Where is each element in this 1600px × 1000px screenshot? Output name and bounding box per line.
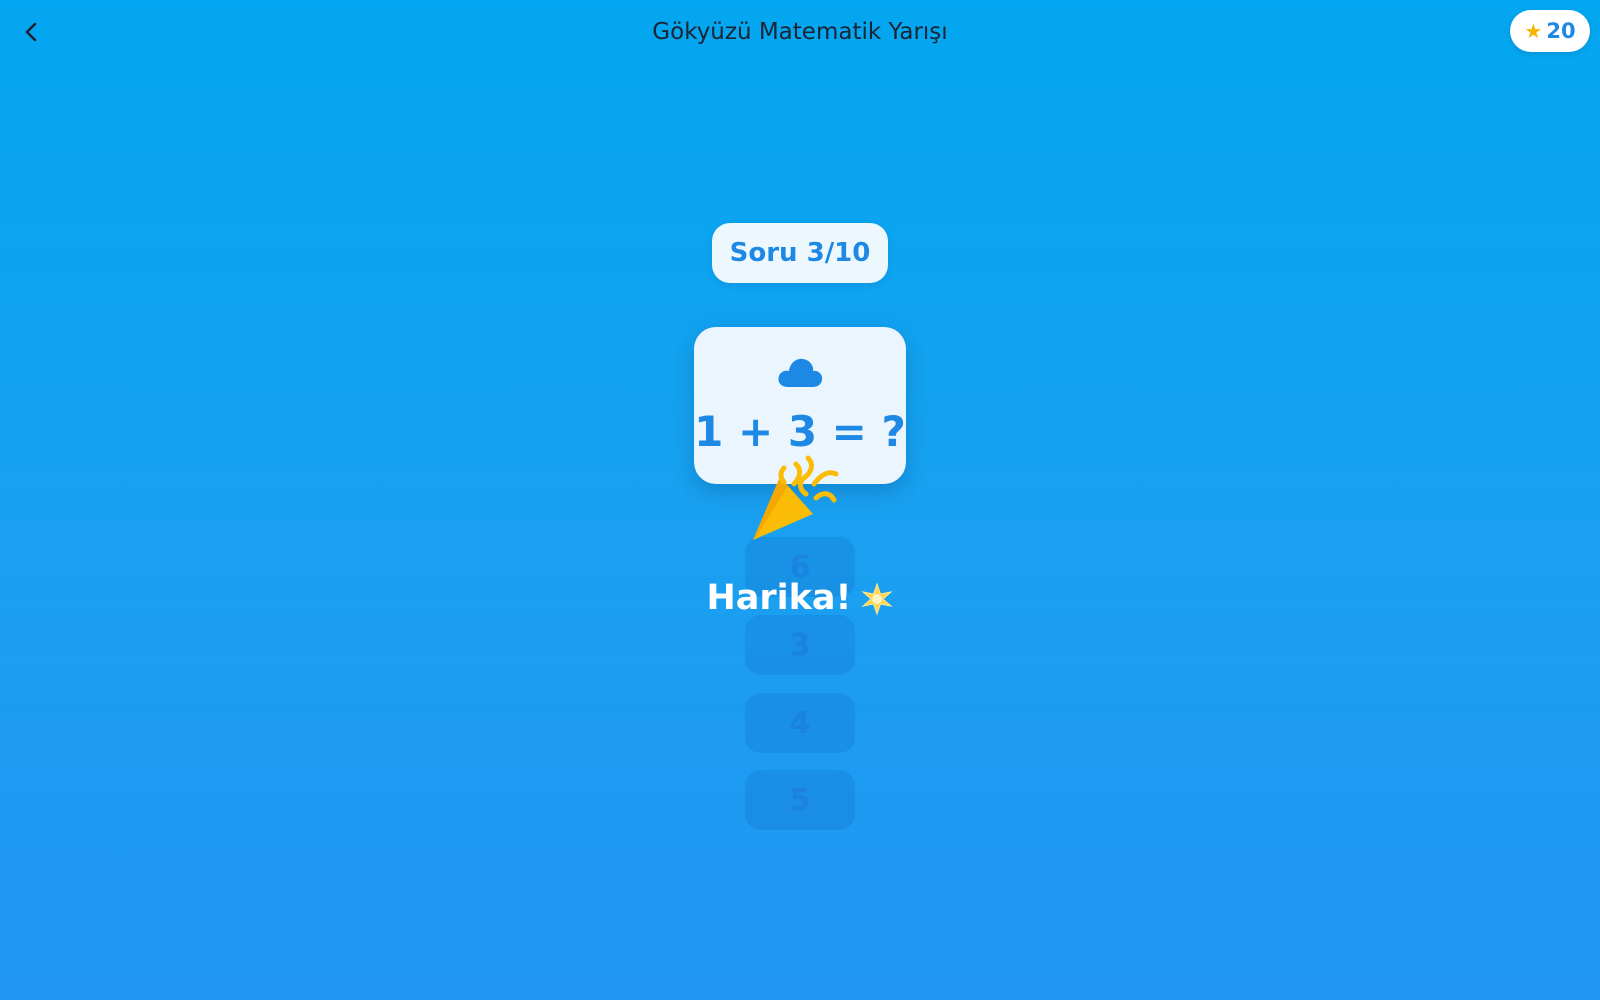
question-card: 1 + 3 = ? [694,327,906,484]
question-progress: Soru 3/10 [712,223,888,283]
sparkle-icon [860,582,893,616]
score-badge: ★ 20 [1510,10,1590,52]
answer-option-4[interactable]: 5 [745,770,855,830]
feedback-message: Harika! [0,575,1600,621]
feedback-text: Harika! [706,578,852,618]
equation-text: 1 + 3 = ? [694,407,906,456]
answer-option-2[interactable]: 3 [745,615,855,675]
answer-option-3[interactable]: 4 [745,693,855,753]
star-icon: ★ [1524,19,1543,43]
page-title: Gökyüzü Matematik Yarışı [652,19,948,45]
cloud-icon [778,358,823,387]
score-value: 20 [1546,19,1576,43]
